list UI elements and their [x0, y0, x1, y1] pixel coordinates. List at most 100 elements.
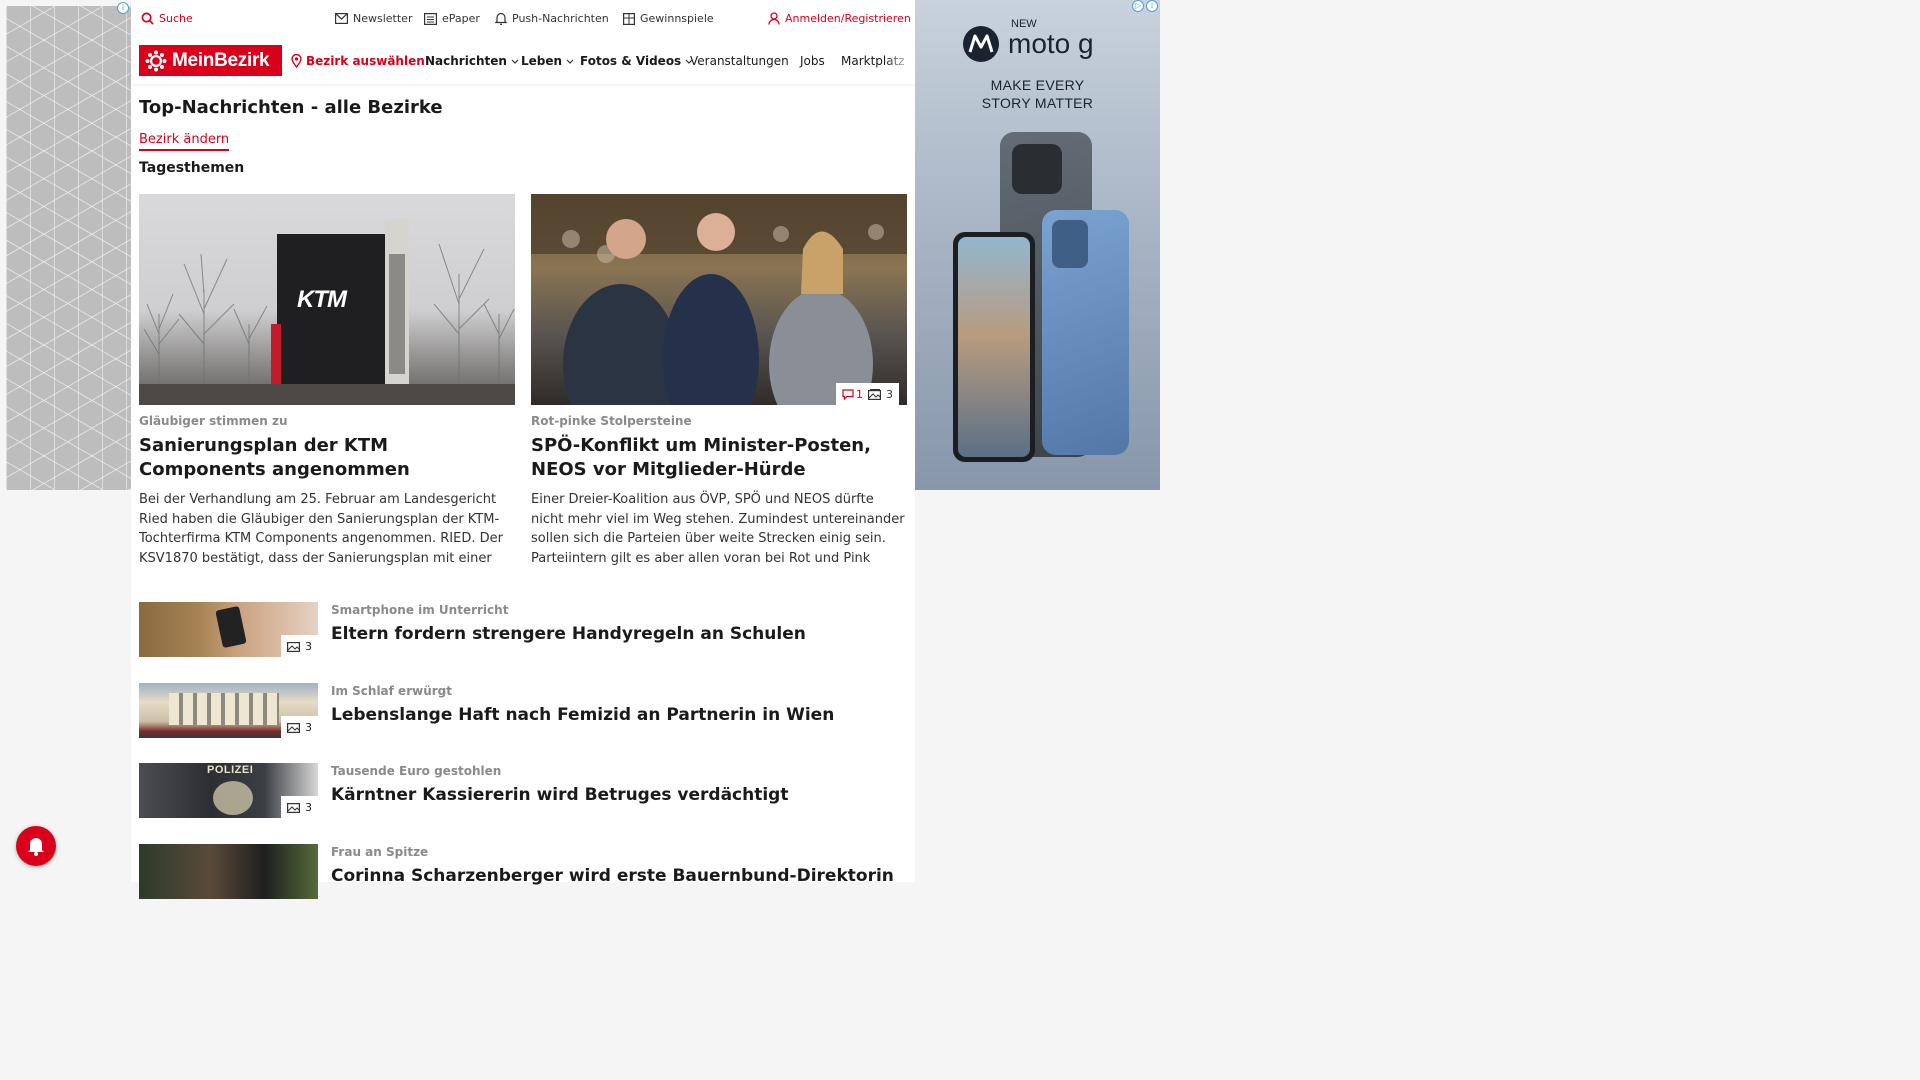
nav-leben[interactable]: Leben: [521, 54, 574, 68]
article-title[interactable]: Kärntner Kassiererin wird Betruges verdä…: [331, 785, 788, 805]
phone-image-front: [953, 232, 1035, 462]
photo-count: 3: [305, 800, 312, 814]
logo-text: MeinBezirk: [172, 49, 270, 71]
article-thumbnail[interactable]: 3: [139, 683, 318, 738]
camera-module: [1012, 144, 1062, 194]
nav-veranstaltungen[interactable]: Veranstaltungen: [690, 54, 789, 68]
search-icon: [141, 12, 154, 25]
notification-bell-button[interactable]: [16, 826, 56, 866]
list-item[interactable]: 3 Im Schlaf erwürgt Lebenslange Haft nac…: [139, 683, 915, 738]
eagle-emblem-shape: [213, 781, 253, 815]
phone-image-blue: [1042, 210, 1129, 455]
nav-veranstaltungen-label: Veranstaltungen: [690, 54, 789, 68]
article-kicker: Rot-pinke Stolpersteine: [531, 414, 692, 428]
section-heading: Tagesthemen: [139, 160, 245, 176]
nav-fotos-videos[interactable]: Fotos & Videos: [580, 54, 693, 68]
login-link[interactable]: Anmelden/Registrieren: [768, 12, 911, 25]
gewinnspiele-label: Gewinnspiele: [640, 12, 714, 25]
media-badge: 3: [281, 796, 318, 818]
building-shape: [169, 693, 279, 725]
article-image[interactable]: KTM: [139, 194, 515, 405]
comment-count[interactable]: 1: [842, 388, 863, 401]
smartphone-shape: [215, 605, 247, 649]
login-label: Anmelden/Registrieren: [785, 12, 911, 25]
article-teaser: Bei der Verhandlung am 25. Februar am La…: [139, 492, 503, 566]
epaper-link[interactable]: ePaper: [424, 12, 480, 25]
main-column: Suche Newsletter ePaper Push-Nachrichten…: [131, 0, 915, 899]
ad-brand-text: moto g: [1008, 28, 1094, 59]
featured-article[interactable]: KTM Gläubiger stimmen zu Sanierungsplan …: [139, 194, 515, 568]
change-district-link[interactable]: Bezirk ändern: [139, 132, 230, 151]
photo-count: 3: [305, 639, 312, 653]
main-navigation: MeinBezirk Bezirk auswählen Nachrichten …: [131, 38, 915, 84]
ad-tagline-line-1: MAKE EVERY: [990, 77, 1085, 93]
featured-article[interactable]: 1 3 Rot-pinke Stolpersteine SPÖ-Konflikt…: [531, 194, 907, 568]
photos-icon: [287, 802, 300, 813]
article-teaser: Einer Dreier-Koalition aus ÖVP, SPÖ und …: [531, 492, 905, 566]
logo-sun-icon: [145, 50, 167, 71]
ad-brand: moto g: [962, 25, 1094, 63]
article-thumbnail[interactable]: 3: [139, 602, 318, 657]
article-kicker: Tausende Euro gestohlen: [331, 764, 502, 778]
search-link[interactable]: Suche: [141, 12, 193, 25]
nav-jobs-label: Jobs: [800, 54, 825, 68]
newsletter-link[interactable]: Newsletter: [335, 12, 412, 25]
article-title[interactable]: Lebenslange Haft nach Femizid an Partner…: [331, 705, 834, 725]
left-ad-skin[interactable]: i: [6, 2, 131, 490]
right-ad-banner[interactable]: ▷ i NEW moto g MAKE EVERY STORY MATTER: [915, 0, 1160, 490]
ad-choices[interactable]: ▷ i: [1132, 0, 1158, 12]
nav-leben-label: Leben: [521, 54, 563, 68]
gift-icon: [623, 12, 635, 25]
gewinnspiele-link[interactable]: Gewinnspiele: [623, 12, 714, 25]
bezirk-select-label: Bezirk auswählen: [306, 54, 425, 68]
article-kicker: Smartphone im Unterricht: [331, 603, 509, 617]
mail-icon: [335, 13, 348, 24]
chevron-down-icon: [566, 59, 574, 64]
comment-count-value: 1: [856, 387, 863, 401]
bell-icon: [495, 12, 507, 25]
newspaper-icon: [424, 12, 437, 25]
photos-icon: [287, 641, 300, 652]
map-pin-icon: [291, 54, 302, 68]
article-thumbnail[interactable]: [139, 844, 318, 899]
site-logo[interactable]: MeinBezirk: [139, 45, 282, 76]
bezirk-select[interactable]: Bezirk auswählen: [291, 54, 425, 68]
nav-nachrichten[interactable]: Nachrichten: [425, 54, 519, 68]
media-badge: 1 3: [836, 383, 899, 405]
nav-jobs[interactable]: Jobs: [800, 54, 825, 68]
list-item[interactable]: 3 Smartphone im Unterricht Eltern forder…: [139, 602, 915, 657]
article-thumbnail[interactable]: POLIZEI 3: [139, 763, 318, 818]
article-kicker: Im Schlaf erwürgt: [331, 684, 452, 698]
push-label: Push-Nachrichten: [512, 12, 609, 25]
media-badge: 3: [281, 635, 318, 657]
article-image[interactable]: 1 3: [531, 194, 907, 405]
article-title[interactable]: Corinna Scharzenberger wird erste Bauern…: [331, 866, 894, 886]
media-badge: 3: [281, 716, 318, 738]
photo-count: 3: [886, 387, 893, 401]
list-item[interactable]: POLIZEI 3 Tausende Euro gestohlen Kärntn…: [139, 763, 915, 818]
comment-icon: [842, 388, 854, 400]
epaper-label: ePaper: [442, 12, 480, 25]
photos-icon: [868, 388, 881, 400]
ad-info-icon[interactable]: i: [1146, 0, 1158, 12]
police-patch-text: POLIZEI: [207, 764, 254, 776]
page-title: Top-Nachrichten - alle Bezirke: [139, 97, 443, 118]
utility-bar: Suche Newsletter ePaper Push-Nachrichten…: [131, 0, 915, 38]
ad-tagline-line-2: STORY MATTER: [981, 95, 1094, 111]
nav-fotos-videos-label: Fotos & Videos: [580, 54, 682, 68]
push-link[interactable]: Push-Nachrichten: [495, 12, 609, 25]
politicians-illustration: [531, 194, 907, 405]
search-label: Suche: [159, 12, 193, 25]
photos-icon: [287, 722, 300, 733]
nav-nachrichten-label: Nachrichten: [425, 54, 507, 68]
adchoices-play-icon[interactable]: ▷: [1132, 0, 1144, 12]
ad-info-icon[interactable]: i: [117, 2, 129, 14]
article-title[interactable]: Eltern fordern strengere Handyregeln an …: [331, 624, 806, 644]
chevron-down-icon: [511, 59, 519, 64]
article-title[interactable]: SPÖ-Konflikt um Minister-Posten, NEOS vo…: [531, 434, 907, 482]
ad-tagline: MAKE EVERY STORY MATTER: [915, 76, 1160, 112]
camera-module: [1052, 220, 1088, 268]
bell-icon: [28, 838, 44, 856]
article-title[interactable]: Sanierungsplan der KTM Components angeno…: [139, 434, 515, 482]
list-item[interactable]: Frau an Spitze Corinna Scharzenberger wi…: [139, 844, 915, 899]
